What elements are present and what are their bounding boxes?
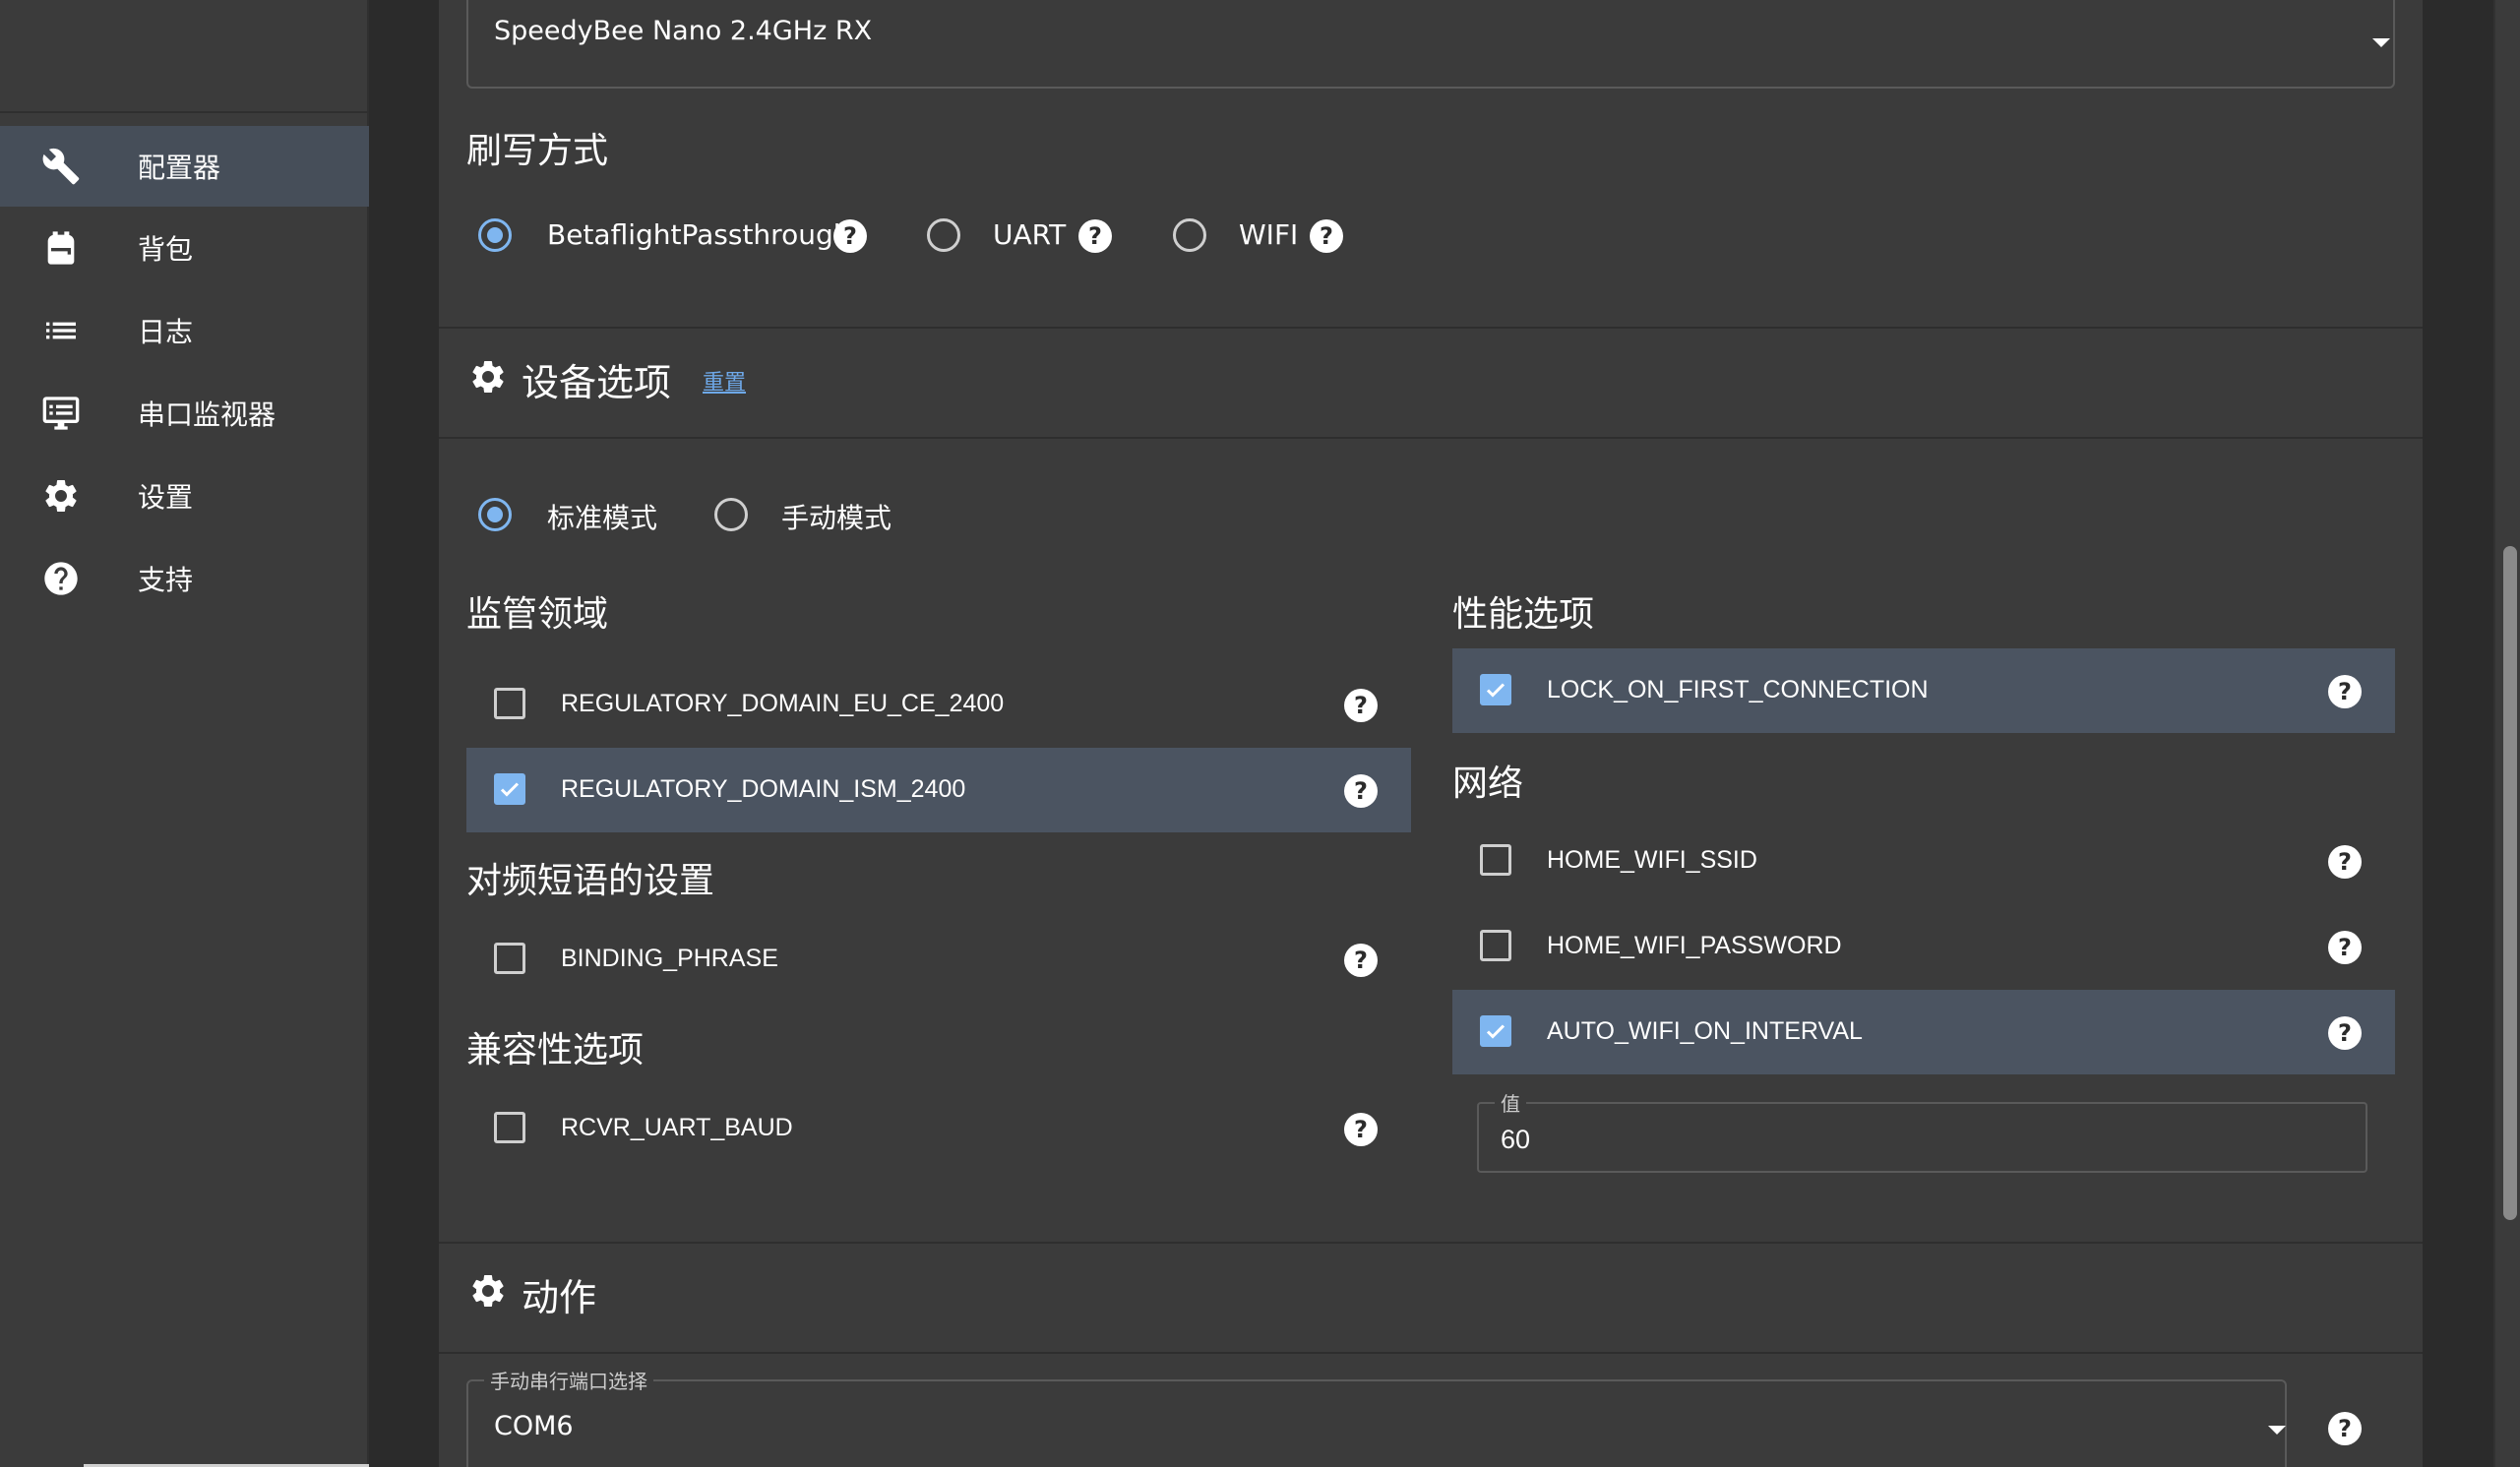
receiver-select-value: SpeedyBee Nano 2.4GHz RX — [494, 16, 873, 46]
sidebar-item-configurator[interactable]: 配置器 — [0, 126, 369, 207]
checkmark-icon — [1486, 1024, 1506, 1039]
radio-label: BetaflightPassthrough — [547, 218, 851, 251]
network-title: 网络 — [1452, 764, 1524, 804]
radio-standard-mode[interactable] — [478, 498, 512, 531]
chevron-down-icon — [2268, 1426, 2286, 1435]
serial-port-value: COM6 — [494, 1411, 574, 1441]
help-icon[interactable]: ? — [2328, 675, 2362, 708]
radio-label: WIFI — [1239, 218, 1299, 251]
radio-wifi[interactable] — [1173, 218, 1206, 252]
gear-icon — [468, 1271, 508, 1314]
gear-icon — [468, 357, 508, 400]
checkbox[interactable] — [494, 943, 525, 974]
reset-link[interactable]: 重置 — [703, 365, 746, 397]
option-label: AUTO_WIFI_ON_INTERVAL — [1547, 1017, 1863, 1045]
option-label: REGULATORY_DOMAIN_ISM_2400 — [561, 775, 966, 803]
compat-options-title: 兼容性选项 — [466, 1030, 645, 1070]
actions-title: 动作 — [522, 1276, 597, 1319]
help-icon[interactable]: ? — [2328, 1412, 2362, 1445]
checkmark-icon — [500, 782, 520, 797]
radio-label: 手动模式 — [781, 502, 892, 534]
backpack-icon — [39, 226, 83, 270]
help-icon[interactable]: ? — [1344, 1113, 1378, 1146]
checkbox[interactable] — [494, 1112, 525, 1143]
option-row-home-wifi-password[interactable]: HOME_WIFI_PASSWORD ? — [1452, 904, 2395, 989]
main-panel: SpeedyBee Nano 2.4GHz RX 刷写方式 Betaflight… — [439, 0, 2423, 1467]
sidebar-item-label: 背包 — [138, 233, 194, 266]
radio-manual-mode[interactable] — [714, 498, 748, 531]
scrollbar-thumb[interactable] — [2503, 546, 2517, 1220]
wrench-icon — [39, 145, 83, 188]
option-row-eu-ce-2400[interactable]: REGULATORY_DOMAIN_EU_CE_2400 ? — [466, 662, 1411, 747]
help-icon[interactable]: ? — [1344, 774, 1378, 808]
checkbox[interactable] — [1480, 1015, 1511, 1047]
option-row-home-wifi-ssid[interactable]: HOME_WIFI_SSID ? — [1452, 819, 2395, 903]
sidebar-divider — [0, 111, 369, 113]
option-row-ism-2400[interactable]: REGULATORY_DOMAIN_ISM_2400 ? — [466, 748, 1411, 832]
list-icon — [39, 309, 83, 352]
option-label: LOCK_ON_FIRST_CONNECTION — [1547, 676, 1929, 703]
divider — [439, 1352, 2423, 1354]
help-icon[interactable]: ? — [2328, 845, 2362, 879]
value-field-label: 值 — [1495, 1088, 1526, 1117]
device-options-title: 设备选项 — [522, 361, 672, 404]
gear-icon — [39, 474, 83, 518]
option-row-auto-wifi-on-interval[interactable]: AUTO_WIFI_ON_INTERVAL ? — [1452, 990, 2395, 1074]
help-icon[interactable]: ? — [1310, 219, 1343, 253]
sidebar-item-label: 串口监视器 — [138, 398, 277, 431]
interval-value-input[interactable] — [1501, 1122, 2189, 1157]
checkbox[interactable] — [1480, 674, 1511, 705]
sidebar-item-label: 配置器 — [138, 152, 221, 184]
sidebar: 配置器 背包 日志 串口监视器 设置 支持 — [0, 0, 369, 1467]
option-label: REGULATORY_DOMAIN_EU_CE_2400 — [561, 690, 1005, 717]
help-icon[interactable]: ? — [2328, 931, 2362, 964]
sidebar-item-backpack[interactable]: 背包 — [0, 208, 369, 288]
radio-label: UART — [993, 218, 1067, 251]
help-icon[interactable]: ? — [1344, 689, 1378, 722]
receiver-select[interactable]: SpeedyBee Nano 2.4GHz RX — [466, 0, 2395, 89]
sidebar-item-support[interactable]: 支持 — [0, 538, 369, 619]
sidebar-item-logs[interactable]: 日志 — [0, 290, 369, 371]
help-icon[interactable]: ? — [1078, 219, 1112, 253]
help-icon[interactable]: ? — [1344, 944, 1378, 977]
sidebar-item-label: 设置 — [138, 481, 194, 514]
interval-value-field: 值 — [1477, 1088, 2367, 1173]
checkbox[interactable] — [494, 688, 525, 719]
radio-uart[interactable] — [927, 218, 960, 252]
divider — [439, 1242, 2423, 1244]
help-circle-icon — [39, 557, 83, 600]
checkbox[interactable] — [1480, 930, 1511, 961]
option-label: HOME_WIFI_SSID — [1547, 846, 1757, 874]
serial-port-label: 手动串行端口选择 — [484, 1366, 653, 1394]
radio-label: 标准模式 — [547, 502, 658, 534]
divider — [439, 327, 2423, 329]
option-label: BINDING_PHRASE — [561, 945, 778, 972]
regulatory-domain-title: 监管领域 — [466, 594, 609, 635]
option-label: HOME_WIFI_PASSWORD — [1547, 932, 1842, 959]
divider — [439, 437, 2423, 439]
sidebar-item-label: 日志 — [138, 316, 194, 348]
sidebar-item-label: 支持 — [138, 564, 194, 596]
option-row-binding-phrase[interactable]: BINDING_PHRASE ? — [466, 917, 1411, 1002]
sidebar-item-serial-monitor[interactable]: 串口监视器 — [0, 373, 369, 454]
option-label: RCVR_UART_BAUD — [561, 1114, 793, 1141]
option-row-rcvr-uart-baud[interactable]: RCVR_UART_BAUD ? — [466, 1086, 1411, 1171]
checkbox[interactable] — [494, 773, 525, 805]
sidebar-item-settings[interactable]: 设置 — [0, 456, 369, 536]
help-icon[interactable]: ? — [2328, 1016, 2362, 1050]
binding-phrase-title: 对频短语的设置 — [466, 861, 715, 901]
checkbox[interactable] — [1480, 844, 1511, 876]
chevron-down-icon — [2372, 38, 2390, 47]
monitor-icon — [39, 392, 83, 435]
option-row-lock-on-first-connection[interactable]: LOCK_ON_FIRST_CONNECTION ? — [1452, 648, 2395, 733]
scrollbar[interactable] — [2493, 0, 2520, 1467]
performance-options-title: 性能选项 — [1452, 594, 1595, 635]
flash-method-title: 刷写方式 — [466, 131, 609, 171]
help-icon[interactable]: ? — [833, 219, 867, 253]
radio-betaflight-passthrough[interactable] — [478, 218, 512, 252]
serial-port-select[interactable]: 手动串行端口选择 COM6 — [466, 1366, 2287, 1467]
checkmark-icon — [1486, 683, 1506, 698]
